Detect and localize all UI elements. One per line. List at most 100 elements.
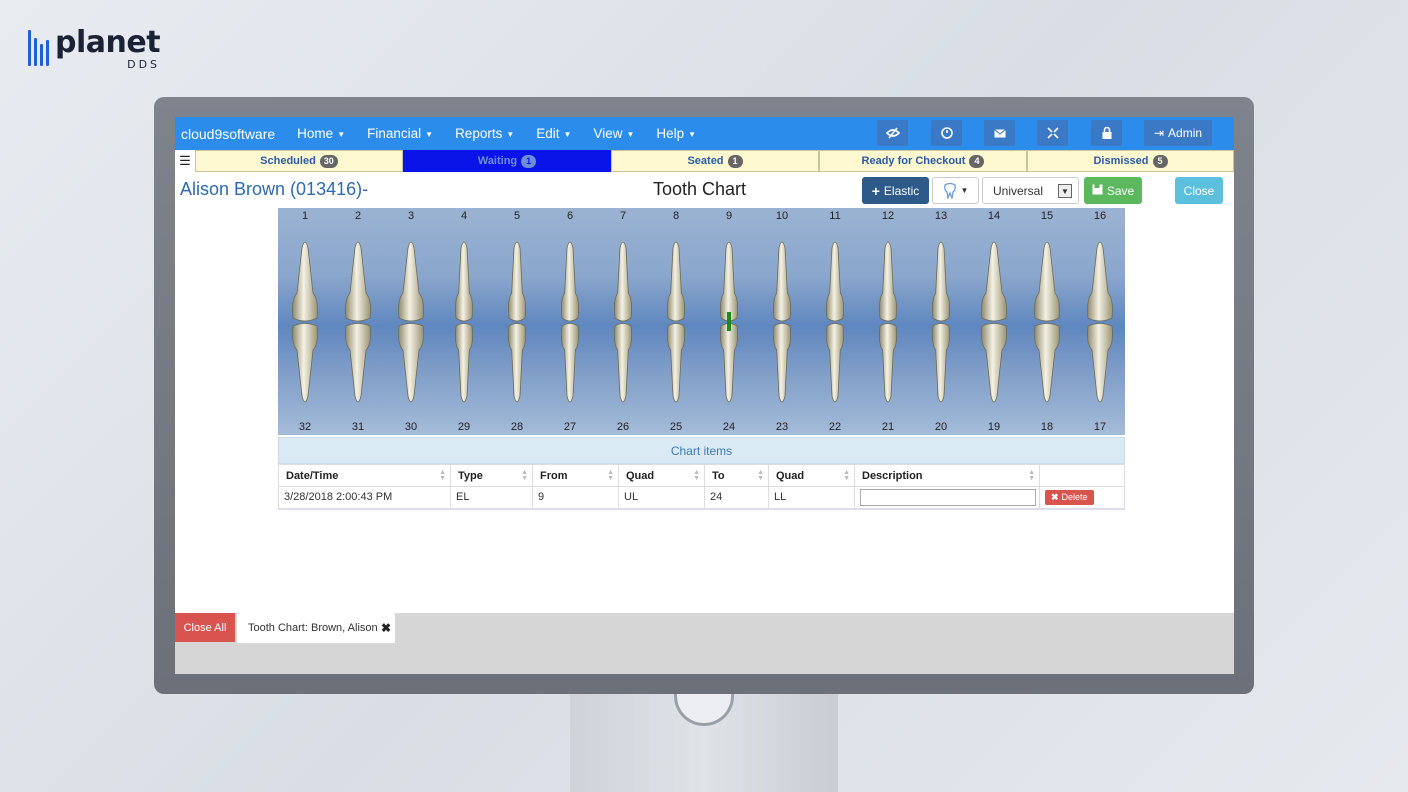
admin-button[interactable]: ⇥ Admin <box>1144 120 1212 146</box>
column-header-to[interactable]: To ▲ ▼ <box>704 464 769 487</box>
open-window-tab[interactable]: Tooth Chart: Brown, Alison ✖ <box>237 613 395 643</box>
tooth-number-30: 30 <box>404 421 418 433</box>
tooth-1[interactable] <box>292 241 318 322</box>
tooth-15[interactable] <box>1034 241 1060 322</box>
tooth-3[interactable] <box>398 241 424 322</box>
tooth-number-28: 28 <box>510 421 524 433</box>
tooth-number-17: 17 <box>1093 421 1107 433</box>
tooth-number-27: 27 <box>563 421 577 433</box>
column-header-type[interactable]: Type ▲ ▼ <box>450 464 533 487</box>
tooth-12[interactable] <box>879 241 897 322</box>
sign-out-icon: ⇥ <box>1153 126 1165 140</box>
elastic-marker[interactable] <box>727 312 731 331</box>
tooth-4[interactable] <box>455 241 473 322</box>
close-all-button[interactable]: Close All <box>175 613 235 642</box>
menu-home[interactable]: Home ▼ <box>297 126 345 141</box>
tooth-21[interactable] <box>879 323 897 403</box>
tooth-25[interactable] <box>667 323 685 403</box>
logo-word: planet <box>55 25 161 60</box>
tooth-number-23: 23 <box>775 421 789 433</box>
tooth-icon <box>943 182 956 199</box>
menu-financial[interactable]: Financial ▼ <box>367 126 433 141</box>
numbering-system-select[interactable]: Universal ▼ <box>982 177 1079 204</box>
envelope-icon[interactable] <box>984 120 1015 146</box>
close-tab-icon[interactable]: ✖ <box>381 621 391 635</box>
column-header-to-quad[interactable]: Quad ▲ ▼ <box>768 464 855 487</box>
hamburger-menu-icon[interactable]: ☰ <box>175 150 195 172</box>
tooth-18[interactable] <box>1034 323 1060 403</box>
tooth-11[interactable] <box>826 241 844 322</box>
status-tab-dismissed[interactable]: Dismissed 5 <box>1027 150 1234 172</box>
tooth-23[interactable] <box>773 323 791 403</box>
save-button[interactable]: Save <box>1084 177 1142 204</box>
sort-icon: ▲ ▼ <box>439 469 446 482</box>
tooth-5[interactable] <box>508 241 526 322</box>
tooth-10[interactable] <box>773 241 791 322</box>
column-header-actions <box>1039 464 1125 487</box>
tooth-16[interactable] <box>1087 241 1113 322</box>
tooth-30[interactable] <box>398 323 424 403</box>
logo-sub: DDS <box>127 58 161 71</box>
app-screen: cloud9software Home ▼ Financial ▼ Reports ▼… <box>175 117 1234 674</box>
tooth-26[interactable] <box>614 323 632 403</box>
eye-slash-icon[interactable] <box>877 120 908 146</box>
menu-help[interactable]: Help ▼ <box>656 126 696 141</box>
tooth-17[interactable] <box>1087 323 1113 403</box>
tooth-8[interactable] <box>667 241 685 322</box>
menu-reports[interactable]: Reports ▼ <box>455 126 514 141</box>
description-input[interactable] <box>860 488 1036 506</box>
tooth-14[interactable] <box>981 241 1007 322</box>
chart-items-heading: Chart items <box>278 437 1125 464</box>
tooth-9[interactable] <box>720 241 738 322</box>
count-badge: 5 <box>1152 154 1168 168</box>
sort-icon: ▲ ▼ <box>693 469 700 482</box>
menu-view[interactable]: View ▼ <box>593 126 634 141</box>
patient-name[interactable]: Alison Brown (013416)- <box>180 179 368 200</box>
tooth-13[interactable] <box>932 241 950 322</box>
caret-down-icon: ▼ <box>688 129 697 139</box>
tooth-29[interactable] <box>455 323 473 403</box>
tooth-32[interactable] <box>292 323 318 403</box>
status-tab-scheduled[interactable]: Scheduled 30 <box>195 150 403 172</box>
column-header-from-quad[interactable]: Quad ▲ ▼ <box>618 464 705 487</box>
add-elastic-button[interactable]: + Elastic <box>862 177 929 204</box>
status-tab-seated[interactable]: Seated 1 <box>611 150 819 172</box>
tooth-number-26: 26 <box>616 421 630 433</box>
tooth-chart[interactable]: 1 2 3 4 5 6 7 8 9 10 11 12 13 14 15 16 32 31 30 29 28 27 26 25… <box>278 208 1125 435</box>
column-header-datetime[interactable]: Date/Time ▲ ▼ <box>278 464 451 487</box>
table-header-row: Date/Time ▲ ▼ Type ▲ ▼ From ▲ ▼ Quad ▲ ▼ To ▲ ▼ Qu… <box>278 464 1125 487</box>
status-tab-waiting[interactable]: Waiting 1 <box>403 150 611 172</box>
column-header-description[interactable]: Description ▲ ▼ <box>854 464 1040 487</box>
expand-icon[interactable] <box>1037 120 1068 146</box>
tooth-27[interactable] <box>561 323 579 403</box>
tooth-dropdown-button[interactable]: ▼ <box>932 177 979 204</box>
caret-down-icon: ▼ <box>425 129 434 139</box>
status-tab-ready-for-checkout[interactable]: Ready for Checkout 4 <box>819 150 1027 172</box>
lock-icon[interactable] <box>1091 120 1122 146</box>
tooth-24[interactable] <box>720 323 738 403</box>
cell-description <box>854 486 1040 510</box>
tooth-number-31: 31 <box>351 421 365 433</box>
brand-link[interactable]: cloud9software <box>181 126 275 142</box>
sort-icon: ▲ ▼ <box>607 469 614 482</box>
tooth-20[interactable] <box>932 323 950 403</box>
logo-bars-icon <box>28 28 49 66</box>
page-title: Tooth Chart <box>653 179 747 199</box>
teeth-illustration[interactable] <box>278 208 1125 435</box>
chart-header: Alison Brown (013416)- Tooth Chart + Ela… <box>175 172 1234 208</box>
tooth-6[interactable] <box>561 241 579 322</box>
tooth-number-22: 22 <box>828 421 842 433</box>
tooth-31[interactable] <box>345 323 371 403</box>
delete-button[interactable]: ✖ Delete <box>1045 489 1094 505</box>
clock-icon[interactable] <box>931 120 962 146</box>
menu-edit[interactable]: Edit ▼ <box>536 126 571 141</box>
top-navbar: cloud9software Home ▼ Financial ▼ Reports ▼… <box>175 117 1234 150</box>
close-button[interactable]: Close <box>1175 177 1223 204</box>
tooth-28[interactable] <box>508 323 526 403</box>
tooth-22[interactable] <box>826 323 844 403</box>
tooth-number-20: 20 <box>934 421 948 433</box>
column-header-from[interactable]: From ▲ ▼ <box>532 464 619 487</box>
tooth-2[interactable] <box>345 241 371 322</box>
tooth-7[interactable] <box>614 241 632 322</box>
tooth-19[interactable] <box>981 323 1007 403</box>
